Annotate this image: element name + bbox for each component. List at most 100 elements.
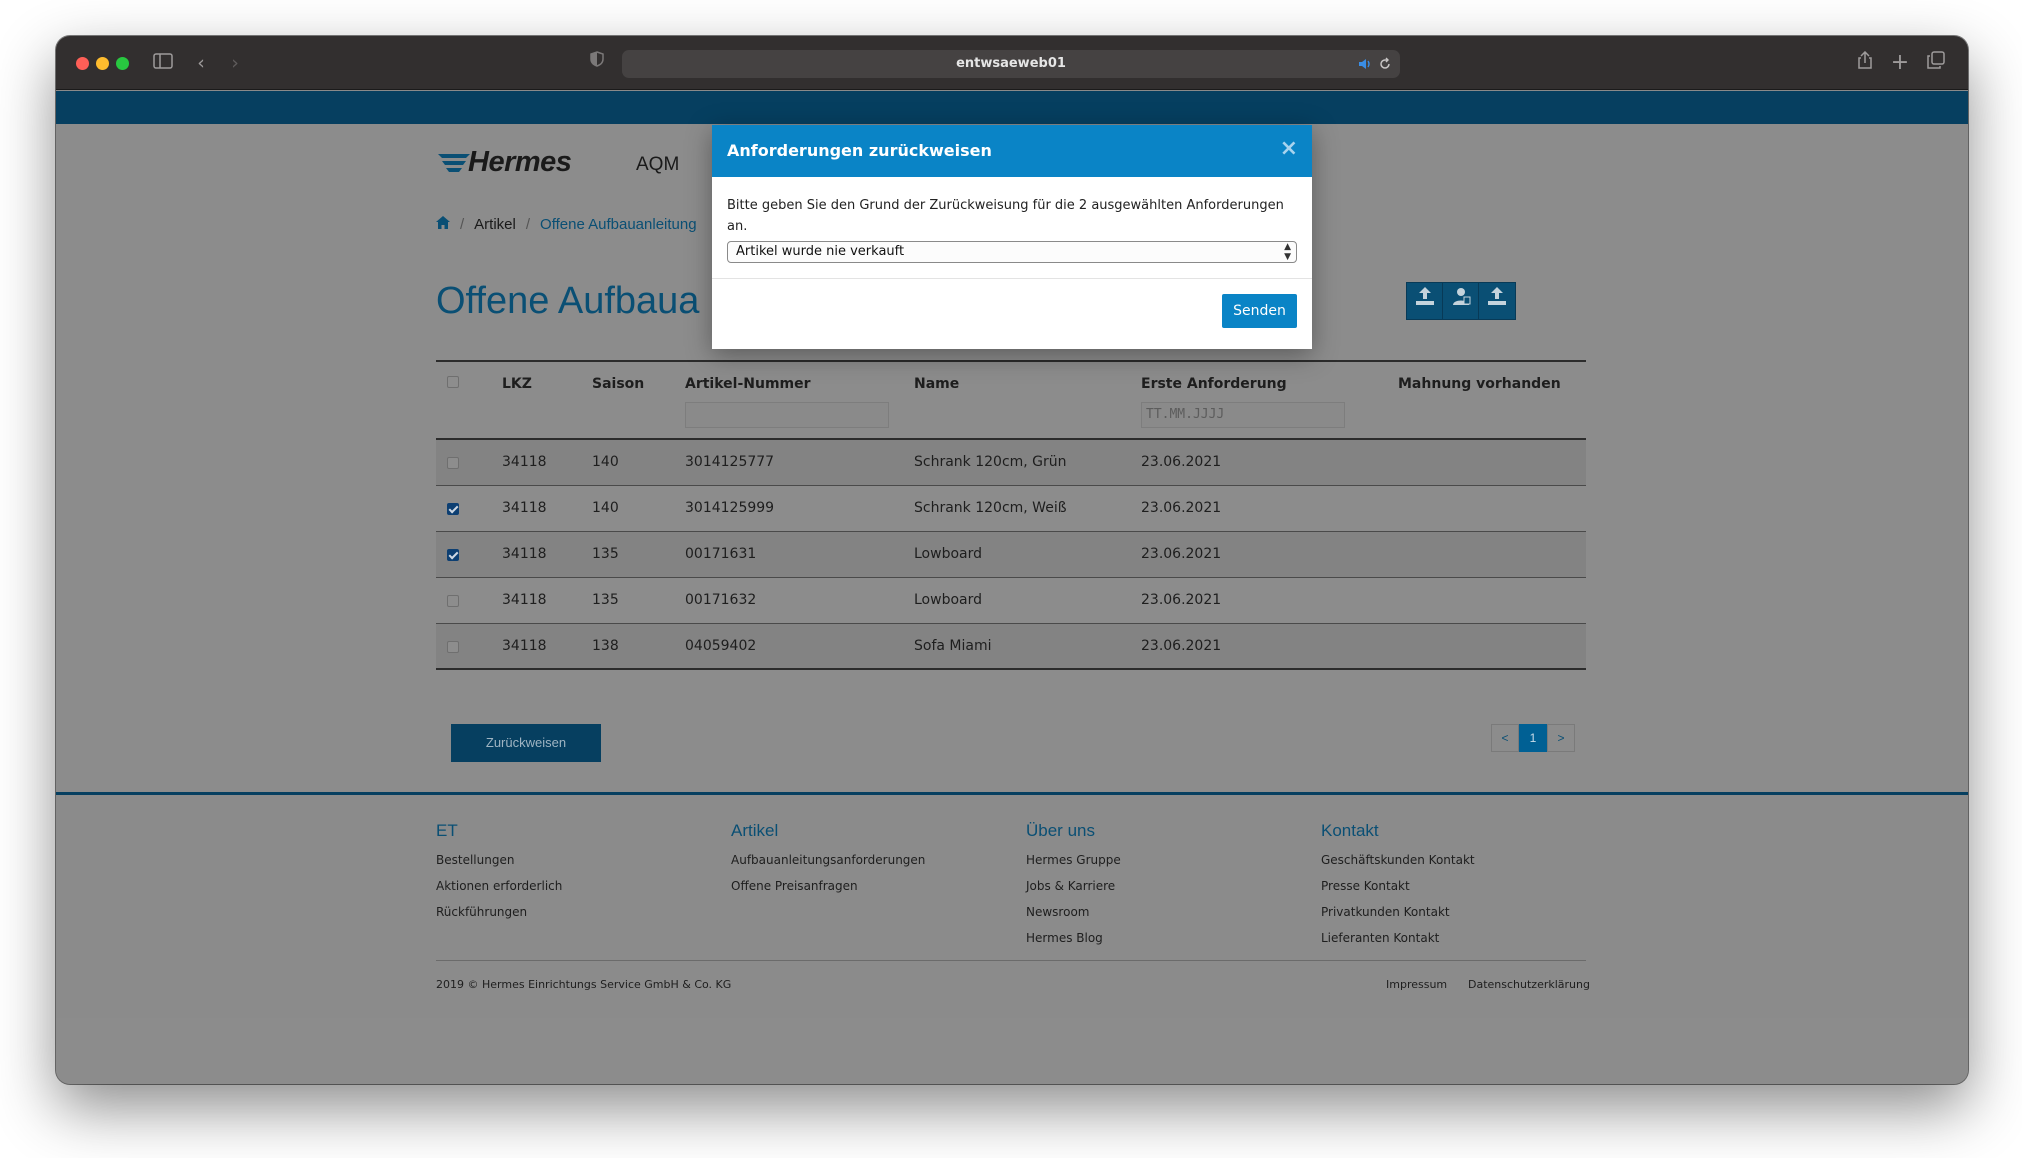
table-row[interactable]: 34118 135 00171631 Lowboard 23.06.2021 [436,532,1586,578]
forward-icon[interactable]: › [222,50,248,76]
table-row[interactable]: 34118 138 04059402 Sofa Miami 23.06.2021 [436,624,1586,670]
cell-saison: 135 [592,546,619,562]
footer-link[interactable]: Rückführungen [436,899,562,925]
table-row[interactable]: 34118 135 00171632 Lowboard 23.06.2021 [436,578,1586,624]
footer-link[interactable]: Bestellungen [436,847,562,873]
user-manual-icon[interactable] [1442,282,1480,320]
top-brand-bar [56,91,1968,124]
impressum-link[interactable]: Impressum [1386,978,1447,991]
address-bar[interactable]: entwsaeweb01 [622,50,1400,78]
footer-link[interactable]: Geschäftskunden Kontakt [1321,847,1475,873]
cell-date: 23.06.2021 [1141,592,1222,608]
zoom-window-button[interactable] [116,57,129,70]
audio-icon[interactable] [1358,56,1372,75]
cell-date: 23.06.2021 [1141,454,1222,470]
breadcrumb-separator: / [460,216,465,233]
select-all-checkbox[interactable] [447,376,459,388]
breadcrumb-separator: / [525,216,531,233]
footer-link[interactable]: Aufbauanleitungsanforderungen [731,847,925,873]
cell-lkz: 34118 [502,500,547,516]
footer-divider [436,960,1586,961]
header-name[interactable]: Name [914,376,959,392]
home-icon[interactable] [436,216,450,233]
reason-select[interactable]: Artikel wurde nie verkauft ▲ ▼ [727,241,1297,263]
table-row[interactable]: 34118 140 3014125999 Schrank 120cm, Weiß… [436,486,1586,532]
row-checkbox[interactable] [447,503,459,515]
export-icon[interactable] [1478,282,1516,320]
footer-col-kontakt: Kontakt Geschäftskunden Kontakt Presse K… [1321,821,1475,951]
row-checkbox[interactable] [447,457,459,469]
cell-name: Schrank 120cm, Grün [914,454,1067,470]
header-artikel-nummer[interactable]: Artikel-Nummer [685,376,811,392]
footer-link[interactable]: Aktionen erforderlich [436,873,562,899]
footer-link[interactable]: Privatkunden Kontakt [1321,899,1475,925]
hermes-logo[interactable]: Hermes [436,146,576,180]
tab-overview-icon[interactable] [1923,50,1949,76]
cell-saison: 140 [592,454,619,470]
upload-icon[interactable] [1406,282,1444,320]
reload-icon[interactable] [1378,56,1392,75]
minimize-window-button[interactable] [96,57,109,70]
cell-lkz: 34118 [502,638,547,654]
header-erste-anforderung[interactable]: Erste Anforderung [1141,376,1287,392]
pagination-prev[interactable]: < [1491,724,1519,752]
requests-table: LKZ Saison Artikel-Nummer Name Erste Anf… [436,360,1586,670]
pagination-page-1[interactable]: 1 [1519,724,1547,752]
date-filter-input[interactable]: TT.MM.JJJJ [1141,402,1345,428]
cell-date: 23.06.2021 [1141,638,1222,654]
header-mahnung[interactable]: Mahnung vorhanden [1398,376,1561,392]
logo-text: Hermes [468,146,572,178]
close-icon[interactable]: × [1280,136,1298,162]
copyright: 2019 © Hermes Einrichtungs Service GmbH … [436,978,732,991]
reason-select-value: Artikel wurde nie verkauft [736,244,905,259]
cell-lkz: 34118 [502,546,547,562]
artikel-filter-input[interactable] [685,402,889,428]
select-arrows-icon: ▲ ▼ [1284,242,1291,262]
footer-link[interactable]: Offene Preisanfragen [731,873,925,899]
privacy-shield-icon[interactable] [584,50,610,76]
close-window-button[interactable] [76,57,89,70]
datenschutz-link[interactable]: Datenschutzerklärung [1468,978,1590,991]
footer-col-et: ET Bestellungen Aktionen erforderlich Rü… [436,821,562,925]
cell-lkz: 34118 [502,592,547,608]
row-checkbox[interactable] [447,595,459,607]
cell-artikel: 3014125777 [685,454,775,470]
cell-saison: 138 [592,638,619,654]
reject-dialog: Anforderungen zurückweisen × Bitte geben… [712,125,1312,349]
footer-link[interactable]: Hermes Gruppe [1026,847,1121,873]
footer-col-ueber-uns: Über uns Hermes Gruppe Jobs & Karriere N… [1026,821,1121,951]
dialog-divider [712,278,1312,279]
browser-titlebar: ‹ › entwsaeweb01 + [56,36,1968,90]
footer-heading: Kontakt [1321,821,1379,840]
row-checkbox[interactable] [447,549,459,561]
cell-name: Lowboard [914,546,982,562]
share-icon[interactable] [1852,50,1878,76]
footer-link[interactable]: Presse Kontakt [1321,873,1475,899]
cell-name: Lowboard [914,592,982,608]
dialog-header: Anforderungen zurückweisen × [712,125,1312,177]
pagination-next[interactable]: > [1547,724,1575,752]
new-tab-icon[interactable]: + [1887,50,1913,76]
footer-link[interactable]: Newsroom [1026,899,1121,925]
footer-link[interactable]: Jobs & Karriere [1026,873,1121,899]
cell-name: Schrank 120cm, Weiß [914,500,1067,516]
footer-link[interactable]: Lieferanten Kontakt [1321,925,1475,951]
nav-aqm[interactable]: AQM [636,154,679,176]
back-icon[interactable]: ‹ [188,50,214,76]
cell-saison: 135 [592,592,619,608]
footer: ET Bestellungen Aktionen erforderlich Rü… [56,792,1968,1018]
header-lkz[interactable]: LKZ [502,376,532,392]
footer-heading: Artikel [731,821,779,840]
sidebar-toggle-icon[interactable] [150,50,176,76]
footer-heading: Über uns [1026,821,1095,840]
dialog-message: Bitte geben Sie den Grund der Zurückweis… [727,198,1284,234]
send-button[interactable]: Senden [1222,294,1297,328]
reject-button[interactable]: Zurückweisen [451,724,601,762]
breadcrumb-artikel[interactable]: Artikel [474,216,516,233]
hermes-wing-icon [438,154,470,172]
header-saison[interactable]: Saison [592,376,644,392]
footer-link[interactable]: Hermes Blog [1026,925,1121,951]
table-row[interactable]: 34118 140 3014125777 Schrank 120cm, Grün… [436,440,1586,486]
row-checkbox[interactable] [447,641,459,653]
footer-heading: ET [436,821,458,840]
